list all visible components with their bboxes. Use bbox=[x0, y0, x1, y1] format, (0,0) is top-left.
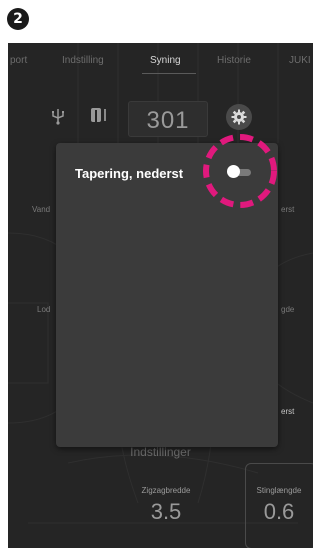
side-label-right-top: erst bbox=[281, 205, 295, 214]
top-tab-bar: port Indstilling Syning Historie JUKI bbox=[8, 55, 313, 71]
step-number-badge: 2 bbox=[7, 8, 29, 30]
tab-port[interactable]: port bbox=[10, 55, 27, 66]
stitch-length-control[interactable]: Stinglængde 0.6 bbox=[243, 486, 313, 525]
highlight-circle bbox=[203, 134, 277, 208]
popup-title: Tapering, nederst bbox=[75, 166, 184, 181]
usb-icon[interactable] bbox=[50, 107, 66, 125]
stitch-number: 301 bbox=[146, 107, 190, 134]
tab-syning[interactable]: Syning bbox=[150, 55, 181, 66]
tab-indstilling[interactable]: Indstilling bbox=[62, 55, 104, 66]
needle-position-marker bbox=[104, 109, 106, 121]
presser-foot-icon[interactable] bbox=[90, 108, 102, 124]
machine-screen: port Indstilling Syning Historie JUKI 30… bbox=[8, 43, 313, 548]
tab-historie[interactable]: Historie bbox=[217, 55, 251, 66]
tab-juki[interactable]: JUKI bbox=[289, 55, 311, 66]
gear-icon bbox=[231, 109, 247, 125]
settings-caption: Indstillinger bbox=[130, 445, 191, 459]
stitch-length-label: Stinglængde bbox=[256, 486, 302, 495]
settings-button[interactable] bbox=[226, 104, 252, 130]
side-label-right-mid: gde bbox=[281, 305, 295, 314]
stitch-length-value: 0.6 bbox=[263, 499, 295, 524]
side-label-left-mid: Lod bbox=[37, 305, 51, 314]
control-row: 301 bbox=[8, 101, 313, 137]
side-label-left-top: Vand bbox=[32, 205, 51, 214]
stitch-number-display[interactable]: 301 bbox=[128, 101, 208, 137]
zigzag-width-control[interactable]: Zigzagbredde 3.5 bbox=[126, 486, 206, 525]
zigzag-width-value: 3.5 bbox=[150, 499, 182, 524]
zigzag-width-label: Zigzagbredde bbox=[141, 486, 191, 495]
side-label-right-low: erst bbox=[281, 407, 295, 416]
active-tab-indicator bbox=[142, 73, 196, 74]
